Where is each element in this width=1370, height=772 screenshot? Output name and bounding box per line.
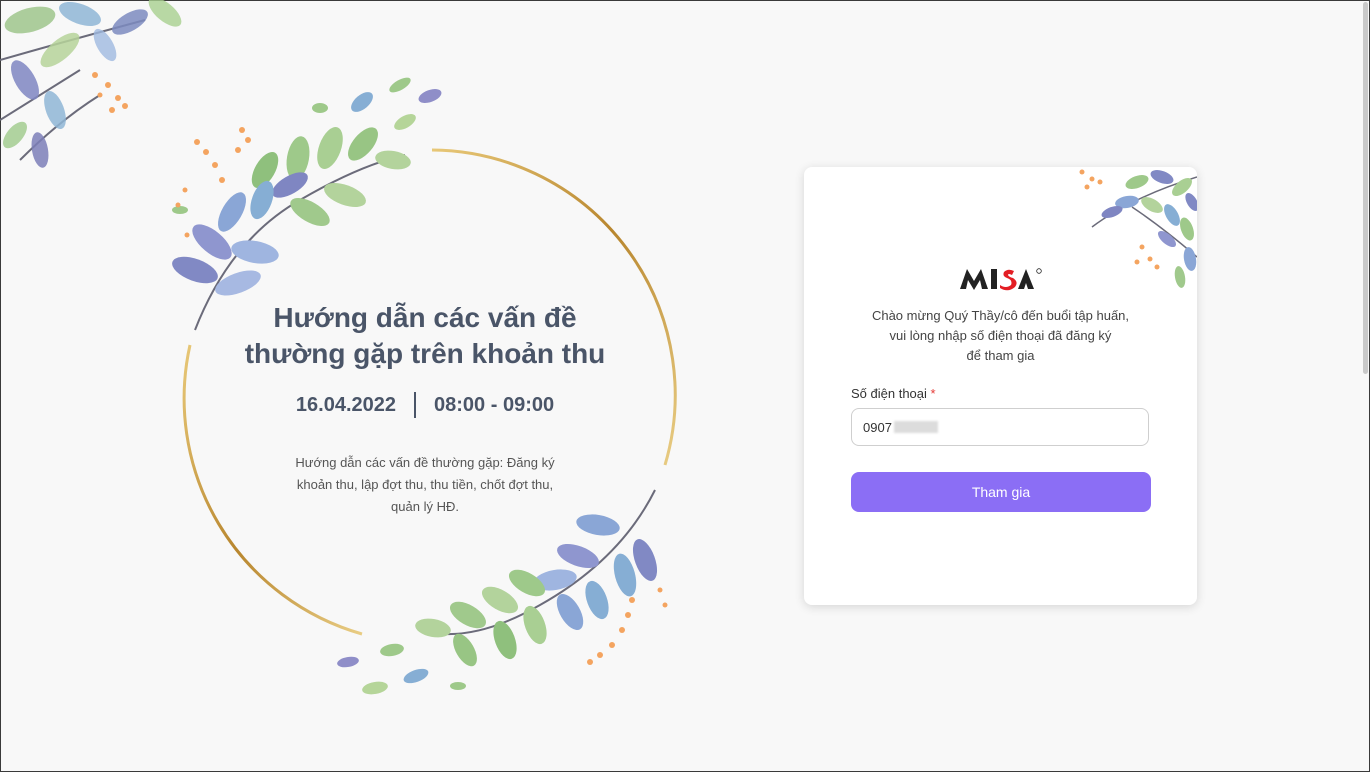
phone-label-text: Số điện thoại (851, 386, 927, 401)
floral-corner-icon (1079, 169, 1197, 288)
floral-branch-icon (172, 77, 442, 331)
event-description: Hướng dẫn các vấn đề thường gặp: Đăng ký… (295, 455, 555, 514)
welcome-line2: vui lòng nhập số điện thoại đã đăng ký (889, 328, 1112, 343)
floral-branch-icon (337, 489, 668, 695)
event-datetime: 16.04.2022 08:00 - 09:00 (215, 392, 635, 418)
event-title: Hướng dẫn các vấn đề thường gặp trên kho… (215, 300, 635, 372)
misa-logo-icon (960, 268, 1042, 291)
welcome-line1: Chào mừng Quý Thầy/cô đến buổi tập huấn, (871, 308, 1130, 323)
page-scrollbar[interactable] (1363, 2, 1368, 374)
phone-input-value: 0907 (863, 419, 892, 435)
event-time: 08:00 - 09:00 (434, 393, 555, 416)
phone-input[interactable]: 0907 (851, 408, 1149, 446)
login-card: Chào mừng Quý Thầy/cô đến buổi tập huấn,… (804, 167, 1197, 605)
welcome-line3: để tham gia (966, 348, 1035, 363)
event-title-line1: Hướng dẫn các vấn đề (273, 302, 577, 333)
floral-corner-icon (0, 0, 182, 168)
join-button[interactable]: Tham gia (851, 472, 1151, 512)
datetime-divider (414, 392, 417, 418)
required-mark: * (930, 386, 936, 401)
phone-masked-digits (893, 421, 938, 433)
event-date: 16.04.2022 (295, 393, 397, 416)
welcome-message: Chào mừng Quý Thầy/cô đến buổi tập huấn,… (844, 306, 1157, 366)
phone-label: Số điện thoại * (851, 386, 936, 401)
event-title-line2: thường gặp trên khoản thu (244, 338, 606, 369)
